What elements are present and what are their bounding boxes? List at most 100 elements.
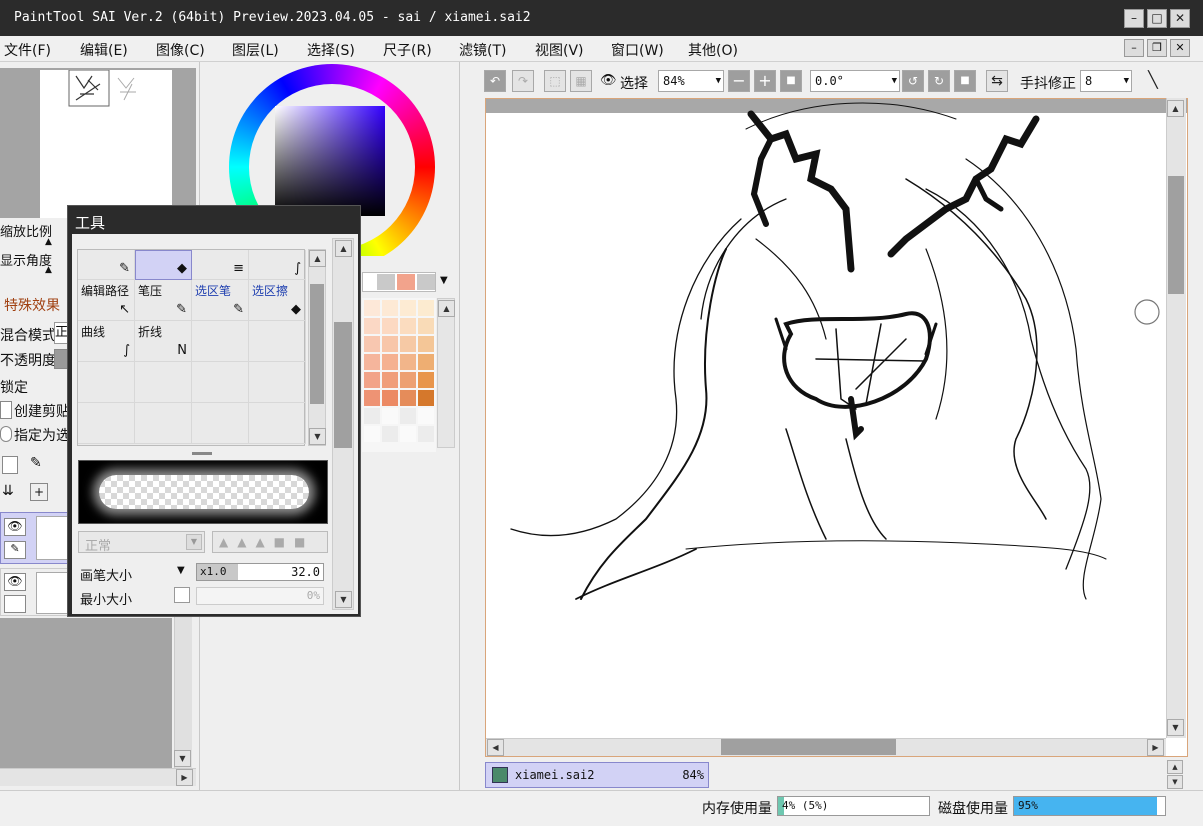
- layer2-eye-icon[interactable]: 👁: [4, 573, 26, 591]
- menu-image[interactable]: 图像(C): [156, 40, 205, 60]
- tool-empty-slot[interactable]: [135, 362, 192, 403]
- canvas-hscroll-thumb[interactable]: [721, 739, 896, 755]
- new-pen-layer-icon[interactable]: ✎: [30, 455, 50, 475]
- opacity-slider[interactable]: [54, 349, 68, 369]
- swatch-grid[interactable]: [362, 298, 436, 452]
- flip-horizontal-icon[interactable]: ⇆: [986, 70, 1008, 92]
- stabilizer-combo[interactable]: 8 ▼: [1080, 70, 1132, 92]
- zoom-combo[interactable]: 84% ▼: [658, 70, 724, 92]
- tool-empty-slot[interactable]: [249, 321, 306, 362]
- brush-size-slider[interactable]: x1.0 32.0: [196, 563, 324, 581]
- tool-empty-slot[interactable]: [135, 403, 192, 444]
- deselect-icon[interactable]: ⬚: [544, 70, 566, 92]
- new-layer-icon[interactable]: [2, 456, 18, 474]
- undo-icon[interactable]: ↶: [484, 70, 506, 92]
- tool-empty-slot[interactable]: [192, 321, 249, 362]
- menu-ruler[interactable]: 尺子(R): [383, 40, 432, 60]
- layer-scroll-down-button[interactable]: ▼: [174, 750, 191, 767]
- rotate-ccw-icon[interactable]: ↺: [902, 70, 924, 92]
- menu-layer[interactable]: 图层(L): [232, 40, 279, 60]
- menu-file[interactable]: 文件(F): [4, 40, 51, 60]
- swatch-scrollbar[interactable]: [437, 298, 455, 448]
- menu-view[interactable]: 视图(V): [535, 40, 584, 60]
- tool-empty-slot[interactable]: [249, 362, 306, 403]
- maximize-button[interactable]: □: [1147, 9, 1167, 28]
- effects-label[interactable]: 特殊效果: [4, 295, 60, 315]
- tool-curve[interactable]: 曲线 ∫: [78, 321, 135, 362]
- swatch-scroll-up-button[interactable]: ▲: [438, 300, 455, 317]
- left-hscrollbar[interactable]: [0, 768, 196, 786]
- tool-empty-slot[interactable]: [192, 362, 249, 403]
- tool-polyline[interactable]: 折线 N: [135, 321, 192, 362]
- tool-empty-slot[interactable]: [192, 403, 249, 444]
- zoom-slider-handle[interactable]: ▲: [45, 237, 57, 247]
- tool-scroll-up-button[interactable]: ▲: [309, 250, 326, 267]
- navigator-preview[interactable]: [40, 69, 172, 218]
- menu-edit[interactable]: 编辑(E): [80, 40, 128, 60]
- tool-window-scroll-up-button[interactable]: ▲: [335, 240, 352, 257]
- blend-mode-select[interactable]: 正: [54, 322, 68, 344]
- close-button[interactable]: ✕: [1170, 9, 1190, 28]
- mdi-close-button[interactable]: ✕: [1170, 39, 1190, 57]
- canvas-vscroll-thumb[interactable]: [1168, 176, 1184, 294]
- color-history-dropdown-icon[interactable]: ▼: [440, 275, 448, 286]
- tool-window[interactable]: 工具 ✎ ◆ ≡ ∫ 编辑路径 ↖ 笔压 ✎ 选区笔 ✎ 选区擦 ◆ 曲线 ∫ …: [67, 205, 361, 617]
- tool-pen[interactable]: ✎: [78, 250, 135, 280]
- zoom-reset-icon[interactable]: ■: [780, 70, 802, 92]
- redo-icon[interactable]: ↷: [512, 70, 534, 92]
- rotate-reset-icon[interactable]: ■: [954, 70, 976, 92]
- tool-curve-alt[interactable]: ∫: [249, 250, 306, 280]
- saturation-value-square[interactable]: [275, 106, 385, 216]
- rotate-cw-icon[interactable]: ↻: [928, 70, 950, 92]
- menu-select[interactable]: 选择(S): [307, 40, 355, 60]
- new-folder-icon[interactable]: +: [30, 483, 48, 501]
- menu-window[interactable]: 窗口(W): [611, 40, 664, 60]
- tool-grid-scroll-thumb[interactable]: [310, 284, 324, 404]
- clip-checkbox[interactable]: [0, 401, 12, 419]
- layer-visible-eye-icon[interactable]: 👁: [4, 518, 26, 536]
- drawing-canvas[interactable]: [485, 98, 1188, 757]
- zoom-out-icon[interactable]: −: [728, 70, 750, 92]
- brush-mode-select[interactable]: 正常 ▼: [78, 531, 205, 554]
- brush-shape-selector[interactable]: ▲▲▲■■: [212, 531, 328, 553]
- min-size-checkbox[interactable]: [174, 587, 190, 603]
- minimize-button[interactable]: –: [1124, 9, 1144, 28]
- menu-filter[interactable]: 滤镜(T): [459, 40, 506, 60]
- tool-pressure[interactable]: 笔压 ✎: [135, 280, 192, 321]
- menu-others[interactable]: 其他(O): [688, 40, 738, 60]
- tool-empty-slot[interactable]: [78, 403, 135, 444]
- left-scroll-right-button[interactable]: ▶: [176, 769, 193, 786]
- angle-slider-handle[interactable]: ▲: [45, 265, 57, 275]
- selection-visibility-eye-icon[interactable]: 👁: [600, 73, 617, 88]
- tool-eraser[interactable]: ◆: [135, 250, 192, 280]
- invert-selection-icon[interactable]: ▦: [570, 70, 592, 92]
- layer-pen-icon[interactable]: ✎: [4, 541, 26, 559]
- tool-window-scroll-down-button[interactable]: ▼: [335, 591, 352, 608]
- canvas-scroll-right-button[interactable]: ▶: [1147, 739, 1164, 756]
- mdi-minimize-button[interactable]: –: [1124, 39, 1144, 57]
- min-size-slider[interactable]: 0%: [196, 587, 324, 605]
- assign-checkbox[interactable]: [0, 426, 12, 442]
- tool-empty-slot[interactable]: [249, 403, 306, 444]
- panel-resize-handle[interactable]: [192, 452, 212, 455]
- canvas-scroll-down-button[interactable]: ▼: [1167, 719, 1184, 736]
- doc-scroll-up-button[interactable]: ▲: [1167, 760, 1183, 774]
- tool-empty-slot[interactable]: [78, 362, 135, 403]
- tool-window-scroll-thumb[interactable]: [334, 322, 352, 448]
- angle-combo[interactable]: 0.0° ▼: [810, 70, 900, 92]
- doc-scroll-down-button[interactable]: ▼: [1167, 775, 1183, 789]
- zoom-in-icon[interactable]: +: [754, 70, 776, 92]
- tool-scroll-down-button[interactable]: ▼: [309, 428, 326, 445]
- color-history[interactable]: [362, 272, 436, 292]
- document-tab[interactable]: xiamei.sai2 84%: [485, 762, 709, 788]
- mdi-restore-button[interactable]: ❐: [1147, 39, 1167, 57]
- merge-down-icon[interactable]: ⇊: [2, 483, 18, 501]
- canvas-scroll-left-button[interactable]: ◀: [487, 739, 504, 756]
- line-tool-icon[interactable]: ╲: [1142, 70, 1164, 92]
- brush-size-dropdown-icon[interactable]: ▼: [177, 565, 185, 576]
- tool-selection-eraser[interactable]: 选区擦 ◆: [249, 280, 306, 321]
- tool-edit-path[interactable]: 编辑路径 ↖: [78, 280, 135, 321]
- tool-lines[interactable]: ≡: [192, 250, 249, 280]
- tool-selection-pen[interactable]: 选区笔 ✎: [192, 280, 249, 321]
- canvas-scroll-up-button[interactable]: ▲: [1167, 100, 1184, 117]
